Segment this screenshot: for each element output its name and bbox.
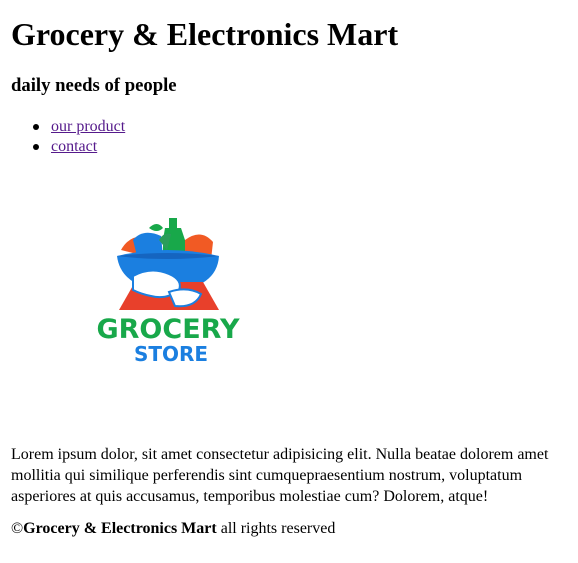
bullet-icon bbox=[33, 144, 39, 150]
logo-text-store: STORE bbox=[134, 342, 208, 366]
nav-item-our-product: our product bbox=[33, 117, 125, 137]
nav-list: our product contact bbox=[33, 117, 125, 157]
copyright-symbol: © bbox=[11, 520, 24, 537]
footer: ©Grocery & Electronics Mart all rights r… bbox=[11, 519, 335, 539]
grocery-store-logo: GROCERY STORE bbox=[96, 218, 240, 366]
page-tagline: daily needs of people bbox=[11, 75, 177, 96]
page-title: Grocery & Electronics Mart bbox=[11, 16, 399, 52]
footer-suffix: all rights reserved bbox=[216, 520, 336, 537]
description-paragraph: Lorem ipsum dolor, sit amet consectetur … bbox=[11, 446, 549, 505]
nav-item-contact: contact bbox=[33, 137, 125, 157]
footer-brand: Grocery & Electronics Mart bbox=[23, 520, 217, 537]
nav-link-contact[interactable]: contact bbox=[51, 138, 97, 155]
bullet-icon bbox=[33, 124, 39, 130]
logo-text-grocery: GROCERY bbox=[96, 314, 239, 345]
nav-link-our-product[interactable]: our product bbox=[51, 118, 125, 135]
